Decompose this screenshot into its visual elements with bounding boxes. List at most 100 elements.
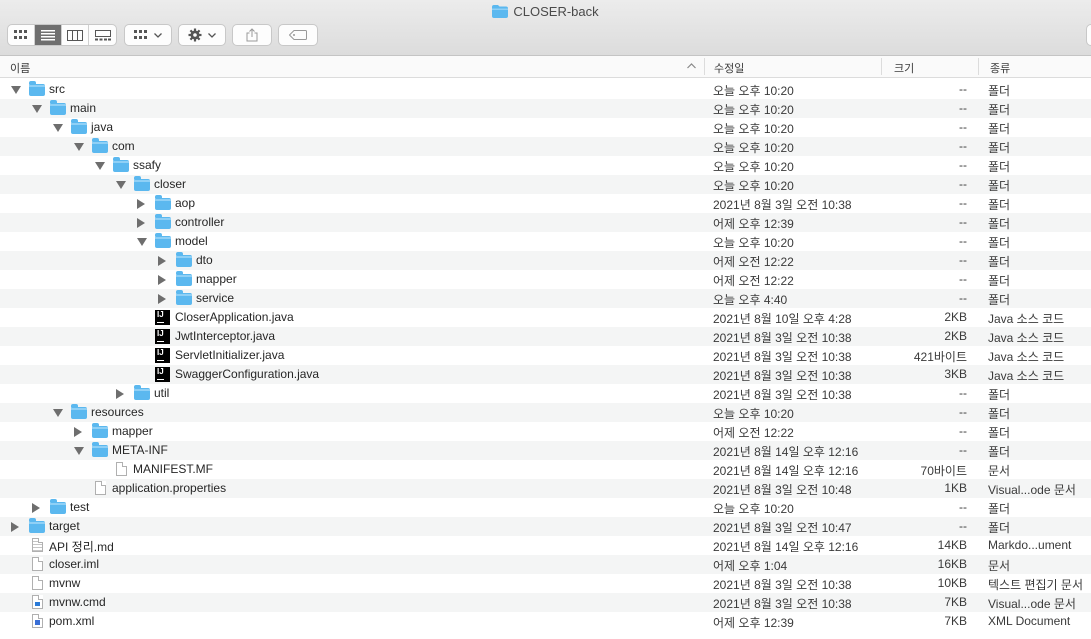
- list-item[interactable]: API 정리.md 2021년 8월 14일 오후 12:16 14KB Markdo…: [0, 536, 1091, 555]
- grid-icon: [14, 30, 27, 39]
- disclosure-closed-icon[interactable]: [11, 522, 19, 532]
- list-view-button[interactable]: [35, 25, 62, 45]
- file-name: resources: [91, 405, 144, 419]
- disclosure-closed-icon[interactable]: [137, 199, 145, 209]
- list-item[interactable]: java 오늘 오후 10:20 -- 폴더: [0, 118, 1091, 137]
- list-item[interactable]: META-INF 2021년 8월 14일 오후 12:16 -- 폴더: [0, 441, 1091, 460]
- list-item[interactable]: controller 어제 오후 12:39 -- 폴더: [0, 213, 1091, 232]
- list-item[interactable]: mapper 어제 오전 12:22 -- 폴더: [0, 270, 1091, 289]
- file-kind: Markdo...ument: [988, 538, 1072, 552]
- disclosure-closed-icon[interactable]: [32, 503, 40, 513]
- disclosure-closed-icon[interactable]: [158, 256, 166, 266]
- date-modified: 2021년 8월 3일 오전 10:38: [713, 350, 852, 364]
- disclosure-open-icon[interactable]: [53, 124, 63, 132]
- list-item[interactable]: target 2021년 8월 3일 오전 10:47 -- 폴더: [0, 517, 1091, 536]
- list-item[interactable]: dto 어제 오전 12:22 -- 폴더: [0, 251, 1091, 270]
- column-header-date[interactable]: 수정일: [714, 60, 744, 76]
- file-size: --: [959, 215, 967, 229]
- date-modified: 2021년 8월 3일 오전 10:38: [713, 331, 852, 345]
- search-button[interactable]: [1086, 24, 1091, 46]
- disclosure-closed-icon[interactable]: [158, 275, 166, 285]
- disclosure-closed-icon[interactable]: [116, 389, 124, 399]
- list-item[interactable]: IJ JwtInterceptor.java 2021년 8월 3일 오전 10:3…: [0, 327, 1091, 346]
- file-list[interactable]: src 오늘 오후 10:20 -- 폴더 main 오늘 오후 10:20 -- 폴더 jav…: [0, 80, 1091, 631]
- list-item[interactable]: aop 2021년 8월 3일 오전 10:38 -- 폴더: [0, 194, 1091, 213]
- file-size: --: [959, 101, 967, 115]
- file-name: mvnw: [49, 576, 81, 590]
- list-item[interactable]: model 오늘 오후 10:20 -- 폴더: [0, 232, 1091, 251]
- disclosure-open-icon[interactable]: [137, 238, 147, 246]
- disclosure-open-icon[interactable]: [32, 105, 42, 113]
- disclosure-closed-icon[interactable]: [137, 218, 145, 228]
- disclosure-open-icon[interactable]: [116, 181, 126, 189]
- share-button[interactable]: [232, 24, 272, 46]
- file-kind: 폴더: [988, 103, 1011, 117]
- file-name: controller: [175, 215, 225, 229]
- date-modified: 오늘 오후 4:40: [713, 293, 788, 307]
- file-name: util: [154, 386, 170, 400]
- tags-button[interactable]: [278, 24, 318, 46]
- action-menu-button[interactable]: [178, 24, 226, 46]
- list-item[interactable]: pom.xml 어제 오후 12:39 7KB XML Document: [0, 612, 1091, 631]
- list-item[interactable]: IJ ServletInitializer.java 2021년 8월 3일 오전 …: [0, 346, 1091, 365]
- disclosure-open-icon[interactable]: [11, 86, 21, 94]
- file-size: --: [959, 253, 967, 267]
- date-modified: 어제 오후 12:39: [713, 217, 794, 231]
- folder-icon: [176, 271, 192, 286]
- list-item[interactable]: resources 오늘 오후 10:20 -- 폴더: [0, 403, 1091, 422]
- folder-icon: [134, 385, 150, 400]
- file-size: --: [959, 443, 967, 457]
- list-item[interactable]: IJ CloserApplication.java 2021년 8월 10일 오후 …: [0, 308, 1091, 327]
- column-divider[interactable]: [978, 58, 979, 75]
- file-size: --: [959, 424, 967, 438]
- list-item[interactable]: src 오늘 오후 10:20 -- 폴더: [0, 80, 1091, 99]
- file-kind: 폴더: [988, 388, 1011, 402]
- disclosure-open-icon[interactable]: [53, 409, 63, 417]
- view-mode-selector[interactable]: [7, 24, 117, 46]
- list-item[interactable]: util 2021년 8월 3일 오전 10:38 -- 폴더: [0, 384, 1091, 403]
- folder-icon: [92, 423, 108, 438]
- list-item[interactable]: main 오늘 오후 10:20 -- 폴더: [0, 99, 1091, 118]
- document-icon: [32, 576, 43, 590]
- list-item[interactable]: closer.iml 어제 오후 1:04 16KB 문서: [0, 555, 1091, 574]
- list-item[interactable]: mvnw.cmd 2021년 8월 3일 오전 10:38 7KB Visual...…: [0, 593, 1091, 612]
- file-name: SwaggerConfiguration.java: [175, 367, 320, 381]
- list-item[interactable]: application.properties 2021년 8월 3일 오전 10:…: [0, 479, 1091, 498]
- column-header-name[interactable]: 이름: [10, 60, 30, 76]
- disclosure-open-icon[interactable]: [74, 143, 84, 151]
- list-item[interactable]: IJ SwaggerConfiguration.java 2021년 8월 3일 오…: [0, 365, 1091, 384]
- file-kind: Java 소스 코드: [988, 350, 1065, 364]
- file-size: --: [959, 405, 967, 419]
- intellij-java-icon: IJ: [155, 348, 170, 363]
- list-item[interactable]: service 오늘 오후 4:40 -- 폴더: [0, 289, 1091, 308]
- document-icon: [32, 557, 43, 571]
- group-by-button[interactable]: [124, 24, 172, 46]
- column-divider[interactable]: [881, 58, 882, 75]
- list-item[interactable]: test 오늘 오후 10:20 -- 폴더: [0, 498, 1091, 517]
- column-divider[interactable]: [704, 58, 705, 75]
- list-item[interactable]: ssafy 오늘 오후 10:20 -- 폴더: [0, 156, 1091, 175]
- tag-icon: [289, 30, 307, 40]
- disclosure-closed-icon[interactable]: [74, 427, 82, 437]
- list-item[interactable]: com 오늘 오후 10:20 -- 폴더: [0, 137, 1091, 156]
- gallery-view-button[interactable]: [89, 25, 116, 45]
- column-view-button[interactable]: [62, 25, 89, 45]
- file-size: 3KB: [944, 367, 967, 381]
- list-item[interactable]: closer 오늘 오후 10:20 -- 폴더: [0, 175, 1091, 194]
- list-item[interactable]: mapper 어제 오전 12:22 -- 폴더: [0, 422, 1091, 441]
- disclosure-open-icon[interactable]: [95, 162, 105, 170]
- column-header-size[interactable]: 크기: [894, 60, 914, 76]
- file-size: 2KB: [944, 310, 967, 324]
- folder-icon: [92, 138, 108, 153]
- date-modified: 어제 오전 12:22: [713, 255, 794, 269]
- list-item[interactable]: MANIFEST.MF 2021년 8월 14일 오후 12:16 70바이트 문서: [0, 460, 1091, 479]
- list-item[interactable]: mvnw 2021년 8월 3일 오전 10:38 10KB 텍스트 편집기 문서: [0, 574, 1091, 593]
- disclosure-closed-icon[interactable]: [158, 294, 166, 304]
- disclosure-open-icon[interactable]: [74, 447, 84, 455]
- date-modified: 오늘 오후 10:20: [713, 179, 794, 193]
- file-kind: 폴더: [988, 217, 1011, 231]
- column-header-kind[interactable]: 종류: [990, 60, 1010, 76]
- icon-view-button[interactable]: [8, 25, 35, 45]
- column-header: 이름 수정일 크기 종류: [0, 56, 1091, 78]
- folder-icon: [71, 404, 87, 419]
